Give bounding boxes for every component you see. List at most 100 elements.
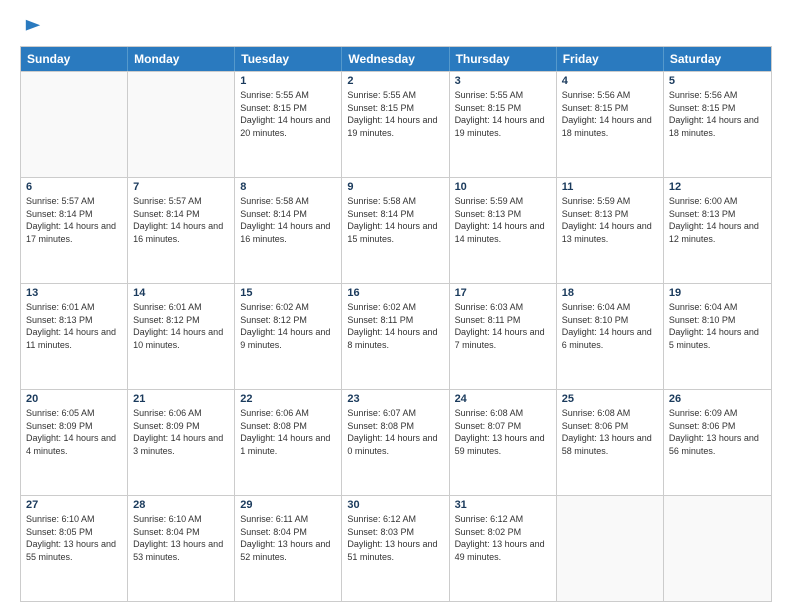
day-cell-12: 12 Sunrise: 6:00 AM Sunset: 8:13 PM Dayli… [664, 178, 771, 283]
day-cell-29: 29 Sunrise: 6:11 AM Sunset: 8:04 PM Dayli… [235, 496, 342, 601]
cell-info: Sunrise: 5:56 AM Sunset: 8:15 PM Dayligh… [562, 89, 658, 139]
day-number: 13 [26, 287, 122, 299]
cell-info: Sunrise: 6:06 AM Sunset: 8:08 PM Dayligh… [240, 407, 336, 457]
day-number: 23 [347, 393, 443, 405]
day-number: 7 [133, 181, 229, 193]
cell-info: Sunrise: 6:04 AM Sunset: 8:10 PM Dayligh… [562, 301, 658, 351]
day-cell-26: 26Sunrise: 6:09 AM Sunset: 8:06 PM Dayli… [664, 390, 771, 495]
cell-info: Sunrise: 6:08 AM Sunset: 8:06 PM Dayligh… [562, 407, 658, 457]
cell-info: Sunrise: 6:10 AM Sunset: 8:04 PM Dayligh… [133, 513, 229, 563]
cell-info: Sunrise: 6:10 AM Sunset: 8:05 PM Dayligh… [26, 513, 122, 563]
cell-info: Sunrise: 6:01 AM Sunset: 8:12 PM Dayligh… [133, 301, 229, 351]
day-cell-5: 5 Sunrise: 5:56 AM Sunset: 8:15 PM Daylig… [664, 72, 771, 177]
cell-info: Sunrise: 6:03 AM Sunset: 8:11 PM Dayligh… [455, 301, 551, 351]
week-row-5: 27 Sunrise: 6:10 AM Sunset: 8:05 PM Dayli… [21, 495, 771, 601]
day-cell-14: 14 Sunrise: 6:01 AM Sunset: 8:12 PM Dayli… [128, 284, 235, 389]
day-number: 17 [455, 287, 551, 299]
day-number: 1 [240, 75, 336, 87]
day-cell-9: 9 Sunrise: 5:58 AM Sunset: 8:14 PM Daylig… [342, 178, 449, 283]
cell-info: Sunrise: 5:58 AM Sunset: 8:14 PM Dayligh… [240, 195, 336, 245]
day-cell-30: 30 Sunrise: 6:12 AM Sunset: 8:03 PM Dayli… [342, 496, 449, 601]
cell-info: Sunrise: 6:00 AM Sunset: 8:13 PM Dayligh… [669, 195, 766, 245]
day-cell-25: 25 Sunrise: 6:08 AM Sunset: 8:06 PM Dayli… [557, 390, 664, 495]
day-number: 30 [347, 499, 443, 511]
calendar-header: SundayMondayTuesdayWednesdayThursdayFrid… [21, 47, 771, 71]
day-number: 2 [347, 75, 443, 87]
day-cell-28: 28 Sunrise: 6:10 AM Sunset: 8:04 PM Dayli… [128, 496, 235, 601]
day-cell-8: 8 Sunrise: 5:58 AM Sunset: 8:14 PM Daylig… [235, 178, 342, 283]
week-row-4: 20 Sunrise: 6:05 AM Sunset: 8:09 PM Dayli… [21, 389, 771, 495]
header [20, 18, 772, 36]
day-number: 4 [562, 75, 658, 87]
day-cell-6: 6Sunrise: 5:57 AM Sunset: 8:14 PM Daylig… [21, 178, 128, 283]
day-number: 27 [26, 499, 122, 511]
week-row-2: 6 Sunrise: 5:57 AM Sunset: 8:14 PM Daylig… [21, 177, 771, 283]
cell-info: Sunrise: 6:12 AM Sunset: 8:03 PM Dayligh… [347, 513, 443, 563]
day-number: 21 [133, 393, 229, 405]
day-number: 12 [669, 181, 766, 193]
cell-info: Sunrise: 5:55 AM Sunset: 8:15 PM Dayligh… [240, 89, 336, 139]
page: SundayMondayTuesdayWednesdayThursdayFrid… [0, 0, 792, 612]
day-cell-3: 3 Sunrise: 5:55 AM Sunset: 8:15 PM Daylig… [450, 72, 557, 177]
day-cell-23: 23 Sunrise: 6:07 AM Sunset: 8:08 PM Dayli… [342, 390, 449, 495]
day-number: 10 [455, 181, 551, 193]
cell-info: Sunrise: 6:12 AM Sunset: 8:02 PM Dayligh… [455, 513, 551, 563]
header-day-wednesday: Wednesday [342, 47, 449, 71]
day-cell-2: 2 Sunrise: 5:55 AM Sunset: 8:15 PM Daylig… [342, 72, 449, 177]
cell-info: Sunrise: 6:02 AM Sunset: 8:12 PM Dayligh… [240, 301, 336, 351]
cell-info: Sunrise: 6:06 AM Sunset: 8:09 PM Dayligh… [133, 407, 229, 457]
cell-info: Sunrise: 5:56 AM Sunset: 8:15 PM Dayligh… [669, 89, 766, 139]
day-number: 18 [562, 287, 658, 299]
cell-info: Sunrise: 6:04 AM Sunset: 8:10 PM Dayligh… [669, 301, 766, 351]
day-number: 15 [240, 287, 336, 299]
day-cell-20: 20 Sunrise: 6:05 AM Sunset: 8:09 PM Dayli… [21, 390, 128, 495]
day-number: 22 [240, 393, 336, 405]
cell-info: Sunrise: 6:11 AM Sunset: 8:04 PM Dayligh… [240, 513, 336, 563]
logo [20, 18, 42, 36]
day-cell-17: 17 Sunrise: 6:03 AM Sunset: 8:11 PM Dayli… [450, 284, 557, 389]
day-cell-31: 31 Sunrise: 6:12 AM Sunset: 8:02 PM Dayli… [450, 496, 557, 601]
day-number: 31 [455, 499, 551, 511]
cell-info: Sunrise: 5:55 AM Sunset: 8:15 PM Dayligh… [347, 89, 443, 139]
empty-cell [21, 72, 128, 177]
cell-info: Sunrise: 5:59 AM Sunset: 8:13 PM Dayligh… [562, 195, 658, 245]
day-number: 3 [455, 75, 551, 87]
day-cell-1: 1 Sunrise: 5:55 AM Sunset: 8:15 PM Daylig… [235, 72, 342, 177]
day-number: 8 [240, 181, 336, 193]
day-cell-10: 10Sunrise: 5:59 AM Sunset: 8:13 PM Dayli… [450, 178, 557, 283]
cell-info: Sunrise: 5:58 AM Sunset: 8:14 PM Dayligh… [347, 195, 443, 245]
header-day-saturday: Saturday [664, 47, 771, 71]
day-number: 26 [669, 393, 766, 405]
day-cell-24: 24Sunrise: 6:08 AM Sunset: 8:07 PM Dayli… [450, 390, 557, 495]
day-number: 6 [26, 181, 122, 193]
header-day-tuesday: Tuesday [235, 47, 342, 71]
day-number: 14 [133, 287, 229, 299]
day-cell-7: 7 Sunrise: 5:57 AM Sunset: 8:14 PM Daylig… [128, 178, 235, 283]
day-cell-19: 19 Sunrise: 6:04 AM Sunset: 8:10 PM Dayli… [664, 284, 771, 389]
day-number: 28 [133, 499, 229, 511]
header-day-monday: Monday [128, 47, 235, 71]
cell-info: Sunrise: 5:57 AM Sunset: 8:14 PM Dayligh… [133, 195, 229, 245]
day-number: 20 [26, 393, 122, 405]
week-row-3: 13Sunrise: 6:01 AM Sunset: 8:13 PM Dayli… [21, 283, 771, 389]
day-cell-16: 16Sunrise: 6:02 AM Sunset: 8:11 PM Dayli… [342, 284, 449, 389]
day-number: 29 [240, 499, 336, 511]
calendar-body: 1 Sunrise: 5:55 AM Sunset: 8:15 PM Daylig… [21, 71, 771, 601]
day-number: 9 [347, 181, 443, 193]
day-number: 5 [669, 75, 766, 87]
cell-info: Sunrise: 5:55 AM Sunset: 8:15 PM Dayligh… [455, 89, 551, 139]
day-number: 16 [347, 287, 443, 299]
day-cell-18: 18 Sunrise: 6:04 AM Sunset: 8:10 PM Dayli… [557, 284, 664, 389]
day-cell-21: 21 Sunrise: 6:06 AM Sunset: 8:09 PM Dayli… [128, 390, 235, 495]
cell-info: Sunrise: 6:07 AM Sunset: 8:08 PM Dayligh… [347, 407, 443, 457]
day-cell-4: 4 Sunrise: 5:56 AM Sunset: 8:15 PM Daylig… [557, 72, 664, 177]
empty-cell [664, 496, 771, 601]
header-day-friday: Friday [557, 47, 664, 71]
empty-cell [128, 72, 235, 177]
cell-info: Sunrise: 6:05 AM Sunset: 8:09 PM Dayligh… [26, 407, 122, 457]
week-row-1: 1 Sunrise: 5:55 AM Sunset: 8:15 PM Daylig… [21, 71, 771, 177]
day-number: 25 [562, 393, 658, 405]
day-cell-15: 15 Sunrise: 6:02 AM Sunset: 8:12 PM Dayli… [235, 284, 342, 389]
day-number: 19 [669, 287, 766, 299]
day-cell-22: 22 Sunrise: 6:06 AM Sunset: 8:08 PM Dayli… [235, 390, 342, 495]
